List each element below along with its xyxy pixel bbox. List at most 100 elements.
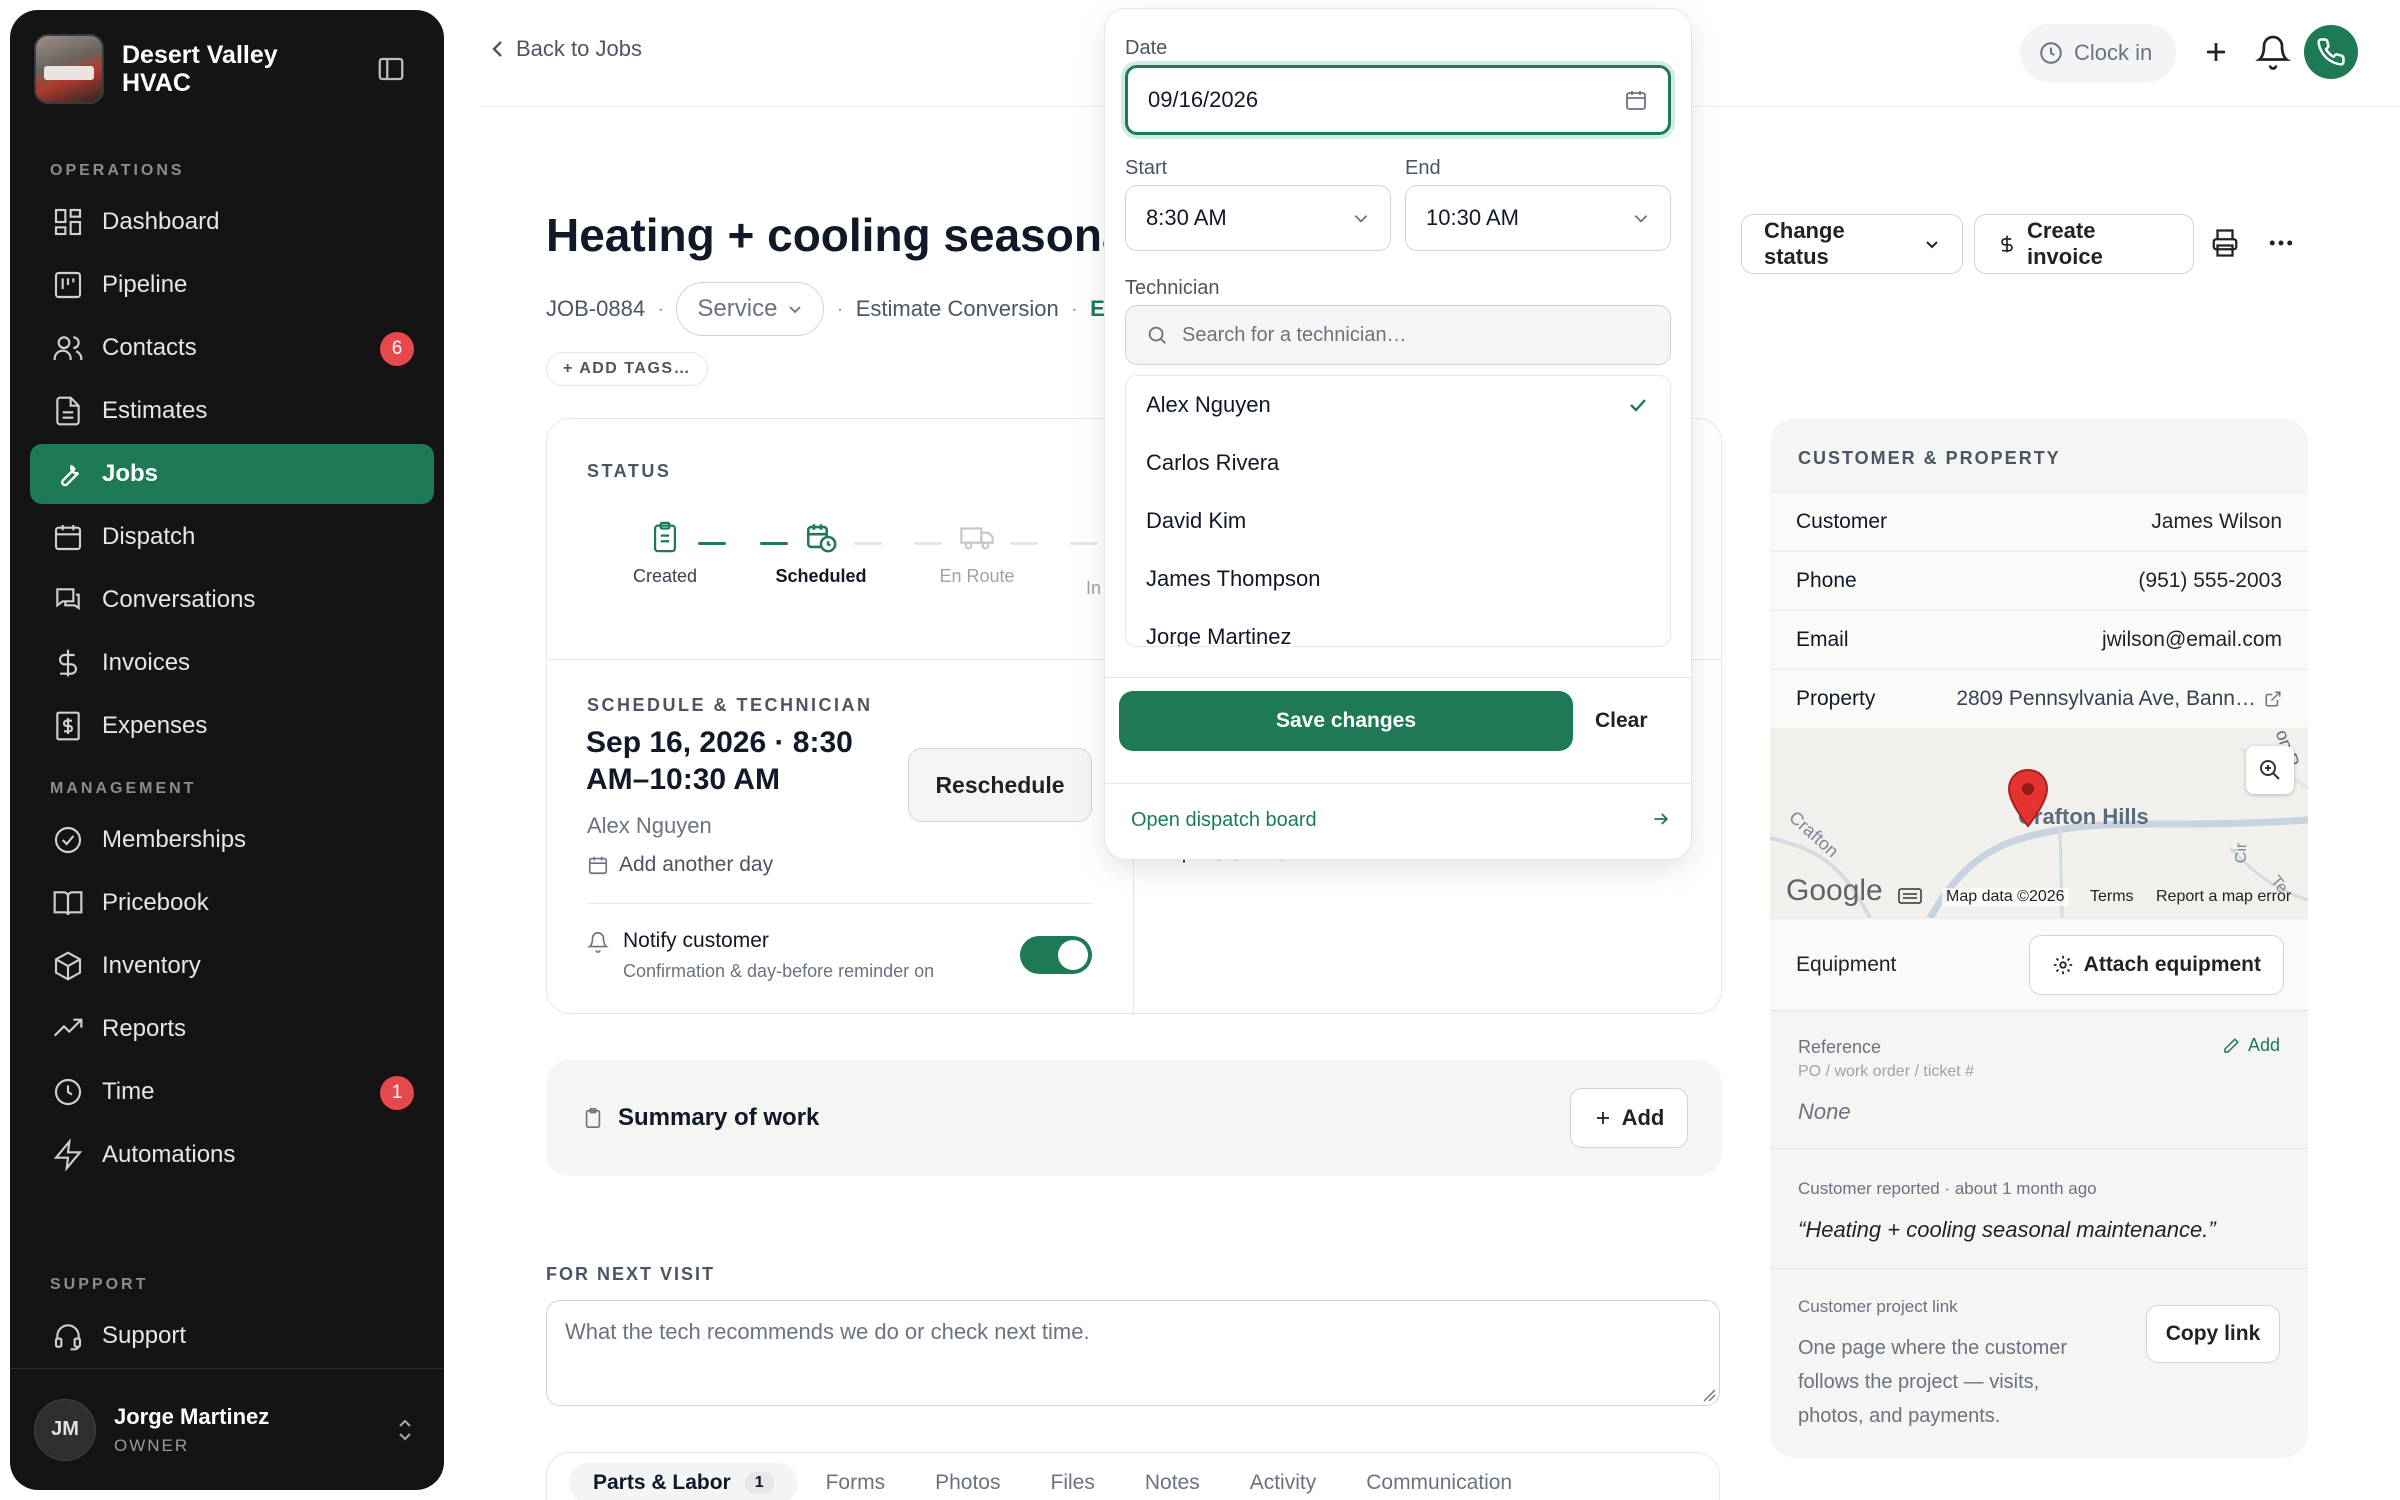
clear-button[interactable]: Clear <box>1595 709 1648 733</box>
box-icon <box>52 950 84 982</box>
project-link-title: Customer project link <box>1798 1297 1958 1316</box>
sidebar-item-reports[interactable]: Reports <box>30 999 434 1059</box>
change-status-label: Change status <box>1764 218 1845 269</box>
search-icon <box>1146 324 1168 346</box>
attach-equipment-button[interactable]: Attach equipment <box>2028 935 2284 995</box>
technician-option[interactable]: Jorge Martinez <box>1126 608 1670 646</box>
map-report-link[interactable]: Report a map error <box>2156 888 2291 906</box>
end-time-select[interactable]: 10:30 AM <box>1405 185 1671 251</box>
reschedule-popover: Date 09/16/2026 Start 8:30 AM End 10:30 … <box>1104 8 1692 860</box>
calendar-icon[interactable] <box>1624 88 1648 112</box>
printer-icon[interactable] <box>2210 228 2244 262</box>
job-type-label: Service <box>697 295 778 322</box>
email-row[interactable]: Email jwilson@email.com <box>1770 610 2308 668</box>
change-status-button[interactable]: Change status <box>1741 214 1963 274</box>
phone-call-button[interactable] <box>2304 25 2358 79</box>
clipboard-icon <box>648 520 682 554</box>
field-label: Email <box>1796 627 1849 651</box>
sidebar-item-time[interactable]: Time 1 <box>30 1062 434 1122</box>
bell-icon[interactable] <box>2255 34 2291 70</box>
sidebar-item-invoices[interactable]: Invoices <box>30 633 434 693</box>
sidebar-item-label: Inventory <box>102 952 201 979</box>
user-menu[interactable]: JM Jorge Martinez OWNER <box>10 1368 444 1490</box>
tab-parts-labor[interactable]: Parts & Labor 1 <box>569 1462 798 1500</box>
brand[interactable]: Desert Valley HVAC <box>34 34 322 104</box>
section-label-support: SUPPORT <box>50 1276 149 1293</box>
date-input[interactable]: 09/16/2026 <box>1125 65 1671 135</box>
add-reference-link[interactable]: Add <box>2222 1035 2280 1056</box>
add-another-day-link[interactable]: Add another day <box>587 853 773 877</box>
page-title: Heating + cooling seasonal maintenance <box>546 209 1106 261</box>
reschedule-button[interactable]: Reschedule <box>908 748 1092 822</box>
plus-icon[interactable] <box>2198 34 2234 70</box>
more-icon[interactable] <box>2266 228 2300 262</box>
map-zoom-button[interactable] <box>2246 746 2294 794</box>
tab-forms[interactable]: Forms <box>826 1471 886 1495</box>
sidebar-item-pipeline[interactable]: Pipeline <box>30 255 434 315</box>
sidebar-item-label: Time <box>102 1078 155 1105</box>
add-tags-button[interactable]: + ADD TAGS… <box>546 352 709 386</box>
resize-handle-icon[interactable] <box>1702 1388 1716 1402</box>
avatar: JM <box>34 1398 96 1461</box>
map-pin-icon[interactable] <box>2006 768 2050 828</box>
create-invoice-label: Create invoice <box>2027 218 2103 269</box>
step-connector <box>1070 542 1098 545</box>
tab-photos[interactable]: Photos <box>935 1471 1000 1495</box>
tab-files[interactable]: Files <box>1051 1471 1095 1495</box>
google-logo: Google <box>1786 874 1883 907</box>
sidebar-item-dispatch[interactable]: Dispatch <box>30 507 434 567</box>
technician-option[interactable]: David Kim <box>1126 492 1670 550</box>
technician-option[interactable]: Alex Nguyen <box>1126 376 1670 434</box>
sidebar-item-expenses[interactable]: Expenses <box>30 696 434 756</box>
status-step-created: Created <box>600 520 730 587</box>
sidebar-item-contacts[interactable]: Contacts 6 <box>30 318 434 378</box>
customer-property-label: CUSTOMER & PROPERTY <box>1798 448 2061 468</box>
sidebar-item-conversations[interactable]: Conversations <box>30 570 434 630</box>
add-label: Add <box>1621 1105 1665 1130</box>
user-name: Jorge Martinez <box>114 1403 270 1429</box>
dashboard-icon <box>52 206 84 238</box>
customer-row[interactable]: Customer James Wilson <box>1770 492 2308 550</box>
chevron-left-icon <box>490 38 506 60</box>
status-step-scheduled: Scheduled <box>756 520 886 587</box>
sidebar-item-inventory[interactable]: Inventory <box>30 936 434 996</box>
next-visit-textarea[interactable]: What the tech recommends we do or check … <box>546 1300 1720 1406</box>
sidebar-item-label: Contacts <box>102 334 197 361</box>
property-row[interactable]: Property 2809 Pennsylvania Ave, Bann… <box>1770 669 2308 727</box>
tab-notes[interactable]: Notes <box>1145 1471 1200 1495</box>
truck-icon <box>960 520 994 554</box>
back-link[interactable]: Back to Jobs <box>490 36 642 62</box>
sidebar-item-dashboard[interactable]: Dashboard <box>30 192 434 252</box>
keyboard-icon[interactable] <box>1898 888 1922 904</box>
sidebar-collapse-icon[interactable] <box>376 54 406 84</box>
open-dispatch-board-link[interactable]: Open dispatch board <box>1131 809 1671 832</box>
technician-name: James Thompson <box>1146 566 1321 591</box>
start-time-select[interactable]: 8:30 AM <box>1125 185 1391 251</box>
clock-in-button[interactable]: Clock in <box>2020 24 2176 82</box>
sidebar-item-estimates[interactable]: Estimates <box>30 381 434 441</box>
popover-divider <box>1105 677 1691 678</box>
notify-customer-toggle[interactable] <box>1020 936 1092 974</box>
job-type-select[interactable]: Service <box>676 282 825 336</box>
pencil-icon <box>2222 1037 2240 1055</box>
add-summary-button[interactable]: Add <box>1570 1088 1688 1148</box>
sidebar-item-automations[interactable]: Automations <box>30 1125 434 1185</box>
sidebar-item-label: Conversations <box>102 586 256 613</box>
sidebar-item-memberships[interactable]: Memberships <box>30 810 434 870</box>
phone-row[interactable]: Phone (951) 555-2003 <box>1770 551 2308 609</box>
map-terms-link[interactable]: Terms <box>2090 888 2134 906</box>
sidebar-item-support[interactable]: Support <box>30 1306 434 1366</box>
create-invoice-button[interactable]: Create invoice <box>1974 214 2194 274</box>
external-link-icon[interactable] <box>2264 690 2282 708</box>
copy-link-button[interactable]: Copy link <box>2146 1305 2280 1363</box>
technician-option[interactable]: James Thompson <box>1126 550 1670 608</box>
property-map[interactable]: Crafton Hills Crafton Cir Te on R Google… <box>1770 728 2308 918</box>
tab-communication[interactable]: Communication <box>1366 1471 1512 1495</box>
sidebar-item-pricebook[interactable]: Pricebook <box>30 873 434 933</box>
technician-search-input[interactable]: Search for a technician… <box>1125 305 1671 365</box>
start-time-value: 8:30 AM <box>1146 205 1227 230</box>
tab-activity[interactable]: Activity <box>1250 1471 1317 1495</box>
save-changes-button[interactable]: Save changes <box>1119 691 1573 751</box>
technician-option[interactable]: Carlos Rivera <box>1126 434 1670 492</box>
sidebar-item-jobs[interactable]: Jobs <box>30 444 434 504</box>
